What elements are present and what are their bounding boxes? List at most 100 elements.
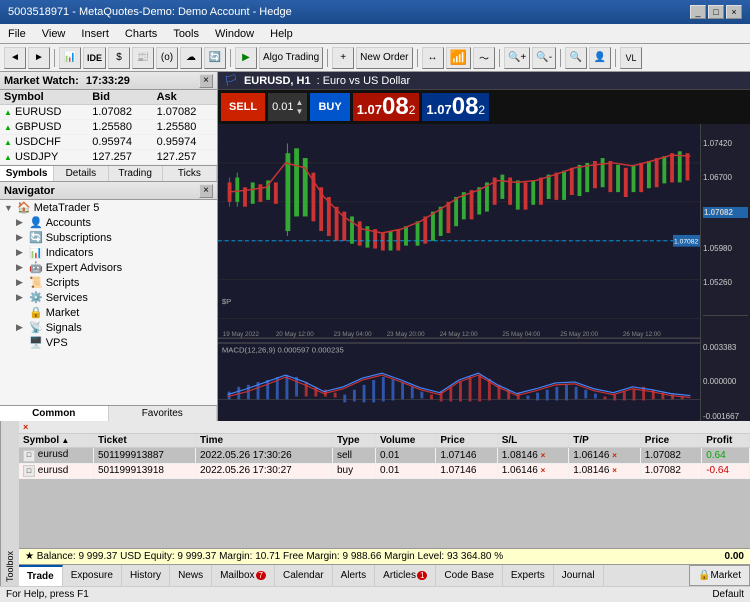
- zoom-in-button[interactable]: 🔍+: [504, 47, 530, 69]
- cloud-button[interactable]: ☁: [180, 47, 202, 69]
- menu-charts[interactable]: Charts: [121, 27, 161, 41]
- tab-journal[interactable]: Journal: [554, 565, 604, 586]
- sell-button[interactable]: SELL: [221, 93, 265, 121]
- th-time[interactable]: Time: [195, 434, 332, 448]
- td-current-price-0: 1.07082: [640, 448, 701, 464]
- th-price2[interactable]: Price: [640, 434, 701, 448]
- back-button[interactable]: ◄: [4, 47, 26, 69]
- nav-item-metatrader5[interactable]: ▼ 🏠 MetaTrader 5: [0, 200, 217, 215]
- trade-row-1[interactable]: □ eurusd 501199913918 2022.05.26 17:30:2…: [19, 463, 750, 479]
- maximize-button[interactable]: □: [708, 5, 724, 19]
- svg-text:24 May 12:00: 24 May 12:00: [440, 331, 478, 338]
- buy-button[interactable]: BUY: [310, 93, 349, 121]
- tab-exposure[interactable]: Exposure: [63, 565, 122, 586]
- toolbox-label[interactable]: Toolbox: [0, 421, 19, 586]
- menu-insert[interactable]: Insert: [77, 27, 113, 41]
- zoom-out-button[interactable]: 🔍-: [532, 47, 556, 69]
- mw-ask-gbpusd: 1.25580: [153, 120, 217, 135]
- tab-trading[interactable]: Trading: [109, 166, 163, 181]
- refresh-button[interactable]: 🔄: [204, 47, 226, 69]
- account-button[interactable]: 👤: [589, 47, 611, 69]
- new-order-button[interactable]: +: [332, 47, 354, 69]
- th-tp[interactable]: T/P: [569, 434, 641, 448]
- mw-row-usdjpy[interactable]: ▲ USDJPY 127.257 127.257: [0, 150, 217, 165]
- tab-details[interactable]: Details: [54, 166, 108, 181]
- menu-help[interactable]: Help: [266, 27, 297, 41]
- svg-text:26 May 12:00: 26 May 12:00: [623, 331, 661, 338]
- articles-badge: 1: [417, 571, 427, 580]
- bar-chart-btn[interactable]: 📶: [446, 47, 471, 69]
- vl-button[interactable]: VL: [620, 47, 642, 69]
- news-button[interactable]: 📰: [132, 47, 154, 69]
- play-button[interactable]: ▶: [235, 47, 257, 69]
- nav-item-services[interactable]: ▶ ⚙️ Services: [0, 290, 217, 305]
- menu-file[interactable]: File: [4, 27, 30, 41]
- nav-icon-indicators: 📊: [29, 246, 43, 259]
- tab-mailbox[interactable]: Mailbox7: [212, 565, 275, 586]
- tab-symbols[interactable]: Symbols: [0, 166, 54, 181]
- chart-svg-wrapper: MACD(12,26,9) 0.000597 0.000235: [218, 124, 700, 421]
- market-watch-close[interactable]: ×: [199, 74, 213, 88]
- sl-clear-1[interactable]: ×: [541, 466, 546, 475]
- tab-market[interactable]: 🔒 Market: [689, 565, 750, 586]
- nav-item-scripts[interactable]: ▶ 📜 Scripts: [0, 275, 217, 290]
- tab-articles[interactable]: Articles1: [375, 565, 436, 586]
- tab-trade[interactable]: Trade: [19, 565, 63, 586]
- th-sl[interactable]: S/L: [497, 434, 569, 448]
- forward-button[interactable]: ►: [28, 47, 50, 69]
- th-volume[interactable]: Volume: [375, 434, 435, 448]
- nav-item-expert-advisors[interactable]: ▶ 🤖 Expert Advisors: [0, 260, 217, 275]
- minimize-button[interactable]: _: [690, 5, 706, 19]
- lot-up-arrow[interactable]: ▲: [296, 98, 304, 107]
- nav-item-market[interactable]: 🔒 Market: [0, 305, 217, 320]
- ide-button[interactable]: IDE: [83, 47, 106, 69]
- tab-codebase[interactable]: Code Base: [436, 565, 502, 586]
- close-bottom-icon[interactable]: ×: [23, 422, 28, 432]
- tab-news[interactable]: News: [170, 565, 212, 586]
- mw-row-gbpusd[interactable]: ▲ GBPUSD 1.25580 1.25580: [0, 120, 217, 135]
- sl-clear-0[interactable]: ×: [541, 451, 546, 460]
- th-profit[interactable]: Profit: [702, 434, 750, 448]
- nav-tab-favorites[interactable]: Favorites: [109, 406, 218, 421]
- td-volume-1: 0.01: [375, 463, 435, 479]
- resize-button[interactable]: ↔: [422, 47, 444, 69]
- close-button[interactable]: ×: [726, 5, 742, 19]
- trade-icon-0: □: [23, 450, 35, 462]
- nav-item-subscriptions[interactable]: ▶ 🔄 Subscriptions: [0, 230, 217, 245]
- nav-icon-subscriptions: 🔄: [29, 231, 43, 244]
- dollar-button[interactable]: $: [108, 47, 130, 69]
- nav-tab-common[interactable]: Common: [0, 406, 109, 421]
- nav-item-indicators[interactable]: ▶ 📊 Indicators: [0, 245, 217, 260]
- search-button[interactable]: 🔍: [565, 47, 587, 69]
- mw-row-eurusd[interactable]: ▲ EURUSD 1.07082 1.07082: [0, 105, 217, 120]
- th-price[interactable]: Price: [436, 434, 497, 448]
- tab-experts[interactable]: Experts: [503, 565, 554, 586]
- tab-alerts[interactable]: Alerts: [333, 565, 376, 586]
- wave-btn[interactable]: 〜: [473, 47, 495, 69]
- trade-row-0[interactable]: □ eurusd 501199913887 2022.05.26 17:30:2…: [19, 448, 750, 464]
- lot-down-arrow[interactable]: ▼: [296, 107, 304, 116]
- menu-view[interactable]: View: [38, 27, 70, 41]
- navigator-close[interactable]: ×: [199, 184, 213, 198]
- nav-item-vps[interactable]: 🖥️ VPS: [0, 335, 217, 350]
- th-ticket[interactable]: Ticket: [93, 434, 195, 448]
- tab-ticks[interactable]: Ticks: [163, 166, 217, 181]
- mw-row-usdchf[interactable]: ▲ USDCHF 0.95974 0.95974: [0, 135, 217, 150]
- th-symbol[interactable]: Symbol: [19, 434, 93, 448]
- th-type[interactable]: Type: [332, 434, 375, 448]
- tp-clear-0[interactable]: ×: [612, 451, 617, 460]
- chart-type-button[interactable]: 📊: [59, 47, 81, 69]
- menu-tools[interactable]: Tools: [169, 27, 203, 41]
- left-panel: Market Watch: 17:33:29 × Symbol Bid Ask: [0, 72, 218, 421]
- menu-window[interactable]: Window: [211, 27, 258, 41]
- new-order-label-btn[interactable]: New Order: [356, 47, 412, 69]
- tab-calendar[interactable]: Calendar: [275, 565, 333, 586]
- radio-button[interactable]: (o): [156, 47, 178, 69]
- nav-item-signals[interactable]: ▶ 📡 Signals: [0, 320, 217, 335]
- nav-item-accounts[interactable]: ▶ 👤 Accounts: [0, 215, 217, 230]
- tab-history[interactable]: History: [122, 565, 170, 586]
- algo-trading-button[interactable]: Algo Trading: [259, 47, 323, 69]
- tp-clear-1[interactable]: ×: [612, 466, 617, 475]
- chart-flag: 🏳: [224, 74, 238, 87]
- title-bar: 5003518971 - MetaQuotes-Demo: Demo Accou…: [0, 0, 750, 24]
